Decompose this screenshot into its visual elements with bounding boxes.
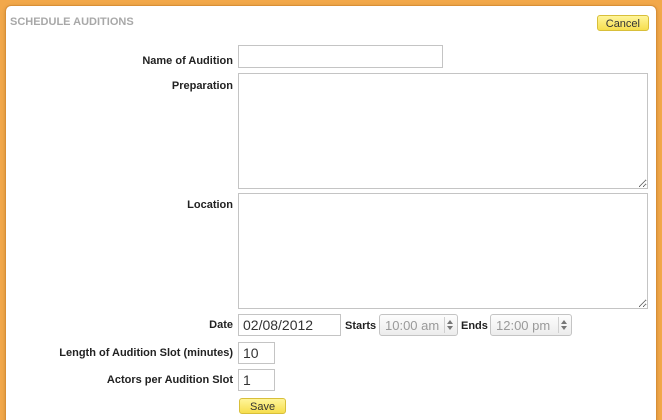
- schedule-auditions-panel: SCHEDULE AUDITIONS Cancel Name of Auditi…: [6, 6, 656, 420]
- panel-title: SCHEDULE AUDITIONS: [10, 16, 134, 28]
- slot-length-input[interactable]: [238, 342, 275, 364]
- ends-time-select[interactable]: 12:00 pm: [490, 314, 572, 336]
- date-input[interactable]: [238, 314, 341, 336]
- name-of-audition-label: Name of Audition: [142, 55, 233, 67]
- starts-time-select[interactable]: 10:00 am: [379, 314, 458, 336]
- location-label: Location: [187, 199, 233, 211]
- ends-label: Ends: [461, 320, 488, 332]
- actors-per-slot-input[interactable]: [238, 369, 275, 391]
- save-button[interactable]: Save: [239, 398, 287, 414]
- select-arrows-icon: [444, 317, 455, 333]
- preparation-textarea[interactable]: [238, 73, 648, 189]
- actors-per-slot-label: Actors per Audition Slot: [106, 374, 233, 386]
- ends-time-value: 12:00 pm: [496, 318, 551, 333]
- date-label: Date: [209, 319, 233, 331]
- cancel-button[interactable]: Cancel: [596, 15, 649, 31]
- select-arrows-icon: [558, 317, 569, 333]
- starts-label: Starts: [345, 320, 377, 332]
- location-textarea[interactable]: [238, 193, 648, 309]
- name-of-audition-input[interactable]: [238, 45, 443, 68]
- slot-length-label: Length of Audition Slot (minutes): [59, 347, 233, 359]
- starts-time-value: 10:00 am: [385, 318, 440, 333]
- preparation-label: Preparation: [171, 80, 233, 92]
